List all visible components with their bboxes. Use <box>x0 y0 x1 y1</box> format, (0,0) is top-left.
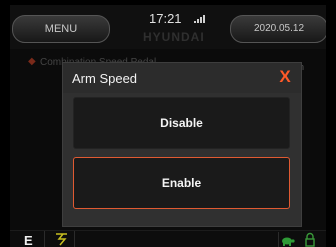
dialog-header: Arm Speed X <box>63 63 301 93</box>
arm-speed-dialog: Arm Speed X Disable Enable <box>62 62 302 227</box>
signal-bars-icon <box>194 15 205 23</box>
status-divider <box>44 231 45 247</box>
close-button[interactable]: X <box>276 68 294 86</box>
disable-button[interactable]: Disable <box>73 97 290 149</box>
status-bar: E <box>10 230 326 247</box>
status-divider <box>74 231 75 247</box>
enable-button[interactable]: Enable <box>73 157 290 209</box>
turtle-icon <box>278 232 295 247</box>
date-display[interactable]: 2020.05.12 <box>230 15 326 43</box>
power-mode-indicator: E <box>24 233 33 247</box>
top-bar: MENU 17:21 HYUNDAI 2020.05.12 <box>10 5 326 49</box>
bucket-icon <box>54 231 70 247</box>
clock: 17:21 <box>149 11 182 26</box>
lock-icon <box>302 232 318 247</box>
menu-button[interactable]: MENU <box>12 15 110 43</box>
monitor-screen: MENU 17:21 HYUNDAI 2020.05.12 ◆ Combinat… <box>10 5 326 247</box>
dialog-title: Arm Speed <box>72 71 138 86</box>
brand-logo: HYUNDAI <box>143 30 205 44</box>
back-arrow-icon: ◆ <box>28 56 36 67</box>
